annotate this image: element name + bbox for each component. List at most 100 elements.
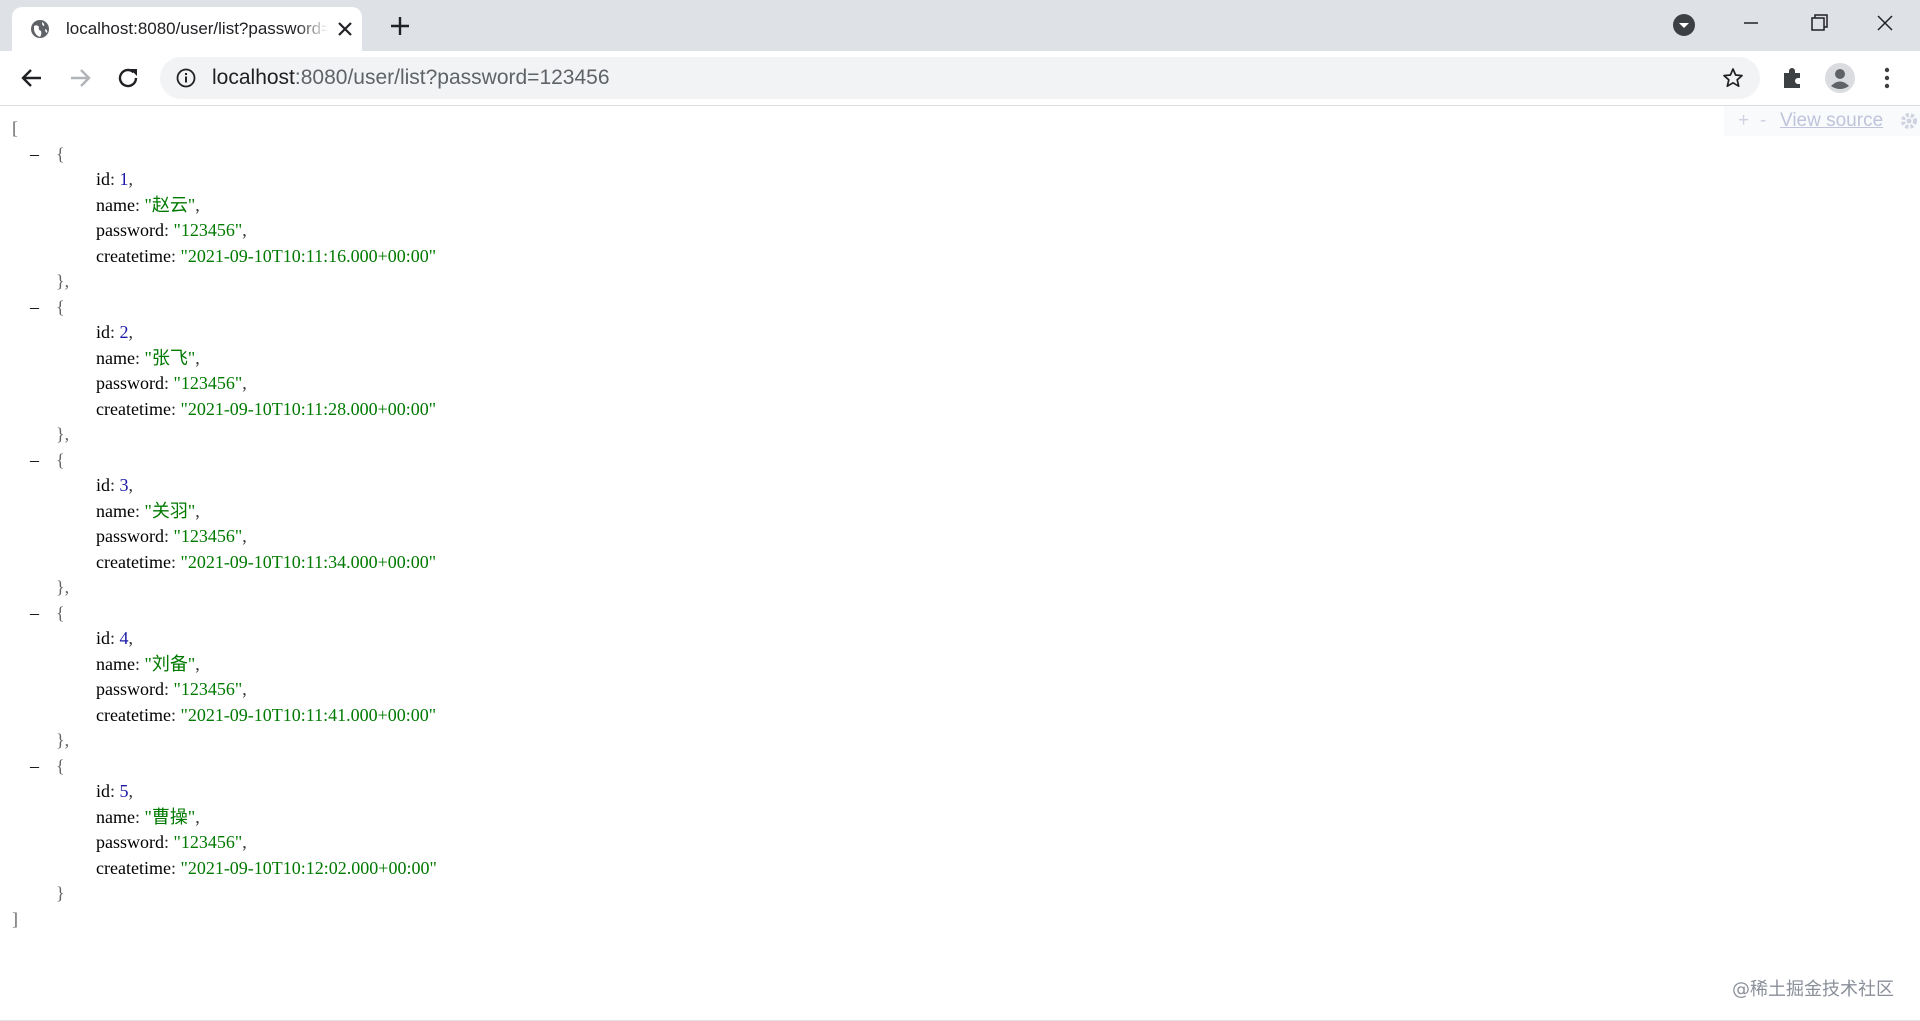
json-key: password xyxy=(96,526,164,546)
address-bar[interactable]: localhost:8080/user/list?password=123456 xyxy=(160,57,1760,99)
expand-all-button[interactable]: + xyxy=(1738,110,1749,132)
url-host: localhost xyxy=(212,66,295,89)
url-text[interactable]: localhost:8080/user/list?password=123456 xyxy=(212,66,610,90)
colon: : xyxy=(134,347,145,368)
colon: : xyxy=(110,322,120,342)
colon: : xyxy=(164,526,174,546)
comma: , xyxy=(242,679,247,699)
json-value-name: "关羽" xyxy=(144,500,196,521)
collapse-all-button[interactable]: - xyxy=(1760,110,1766,132)
tab-search-icon[interactable] xyxy=(1672,13,1696,37)
json-value-password: "123456" xyxy=(173,526,243,546)
record-close: }, xyxy=(12,728,437,754)
restore-icon[interactable] xyxy=(1804,8,1834,38)
profile-avatar-icon[interactable] xyxy=(1823,61,1857,95)
json-viewer-toolbar: + - View source xyxy=(1724,106,1920,136)
json-field-password: password: "123456", xyxy=(12,677,437,703)
json-key: name xyxy=(96,194,135,215)
json-value-createtime: "2021-09-10T10:12:02.000+00:00" xyxy=(180,857,437,878)
json-field-name: name: "张飞", xyxy=(12,346,437,372)
json-key: name xyxy=(96,806,135,827)
colon: : xyxy=(134,500,145,521)
json-value-name: "曹操" xyxy=(144,806,196,827)
colon: : xyxy=(134,653,145,674)
json-key: createtime xyxy=(96,245,171,266)
site-info-icon[interactable] xyxy=(176,68,196,88)
comma: , xyxy=(195,806,200,827)
colon: : xyxy=(134,194,145,215)
json-key: password xyxy=(96,679,164,699)
gear-icon[interactable] xyxy=(1900,112,1918,130)
colon: : xyxy=(134,806,145,827)
json-value-name: "张飞" xyxy=(144,347,196,368)
json-field-id: id: 4, xyxy=(12,626,437,652)
comma: , xyxy=(128,475,134,495)
json-value-createtime: "2021-09-10T10:11:34.000+00:00" xyxy=(180,551,437,572)
json-field-password: password: "123456", xyxy=(12,218,437,244)
json-field-id: id: 3, xyxy=(12,473,437,499)
json-key: id xyxy=(96,781,111,801)
view-source-link[interactable]: View source xyxy=(1780,110,1883,132)
collapse-toggle[interactable]: – xyxy=(30,142,56,168)
forward-arrow-icon[interactable] xyxy=(63,61,97,95)
colon: : xyxy=(164,373,174,393)
close-brace: }, xyxy=(56,271,70,291)
json-value-id: 2 xyxy=(119,322,129,342)
json-open-bracket: [ xyxy=(12,118,18,138)
collapse-toggle[interactable]: – xyxy=(30,295,56,321)
collapse-toggle[interactable]: – xyxy=(30,448,56,474)
json-value-password: "123456" xyxy=(173,220,243,240)
json-value-id: 3 xyxy=(119,475,129,495)
json-value-createtime: "2021-09-10T10:11:41.000+00:00" xyxy=(180,704,437,725)
json-value-name: "刘备" xyxy=(144,653,196,674)
globe-icon xyxy=(31,20,49,38)
record-close: } xyxy=(12,881,437,907)
json-field-id: id: 2, xyxy=(12,320,437,346)
colon: : xyxy=(164,832,174,852)
record-close: }, xyxy=(12,575,437,601)
json-field-createtime: createtime: "2021-09-10T10:11:34.000+00:… xyxy=(12,550,437,576)
close-brace: }, xyxy=(56,424,70,444)
back-arrow-icon[interactable] xyxy=(15,61,49,95)
json-field-createtime: createtime: "2021-09-10T10:11:16.000+00:… xyxy=(12,244,437,270)
window-close-icon[interactable] xyxy=(1870,8,1900,38)
json-value-createtime: "2021-09-10T10:11:28.000+00:00" xyxy=(180,398,437,419)
page-content: + - View source [ –{id: 1, name: "赵云", pas… xyxy=(0,106,1920,1021)
comma: , xyxy=(242,373,247,393)
json-key: createtime xyxy=(96,398,171,419)
open-brace: { xyxy=(56,602,65,623)
watermark: @稀土掘金技术社区 xyxy=(1732,979,1894,1000)
browser-toolbar: localhost:8080/user/list?password=123456 xyxy=(0,51,1920,106)
json-value-password: "123456" xyxy=(173,832,243,852)
json-key: createtime xyxy=(96,704,171,725)
colon: : xyxy=(110,475,120,495)
json-tree: [ –{id: 1, name: "赵云", password: "123456",… xyxy=(12,116,437,932)
close-tab-icon[interactable] xyxy=(334,18,356,40)
collapse-toggle[interactable]: – xyxy=(30,601,56,627)
more-menu-icon[interactable] xyxy=(1870,61,1904,95)
json-key: name xyxy=(96,653,135,674)
json-value-id: 4 xyxy=(119,628,129,648)
new-tab-icon[interactable] xyxy=(386,12,414,40)
json-key: password xyxy=(96,220,164,240)
collapse-toggle[interactable]: – xyxy=(30,754,56,780)
url-path: :8080/user/list?password=123456 xyxy=(294,66,610,89)
comma: , xyxy=(128,322,134,342)
json-field-id: id: 1, xyxy=(12,167,437,193)
reload-icon[interactable] xyxy=(111,61,145,95)
record-open: –{ xyxy=(12,754,437,780)
comma: , xyxy=(242,526,247,546)
minimize-icon[interactable] xyxy=(1736,8,1766,38)
json-key: id xyxy=(96,169,111,189)
json-field-createtime: createtime: "2021-09-10T10:11:41.000+00:… xyxy=(12,703,437,729)
browser-tab[interactable]: localhost:8080/user/list?password=123456 xyxy=(12,7,362,51)
tab-title: localhost:8080/user/list?password=123456 xyxy=(66,19,328,38)
close-brace: }, xyxy=(56,577,70,597)
comma: , xyxy=(242,832,247,852)
json-key: name xyxy=(96,347,135,368)
close-brace: } xyxy=(56,883,65,903)
bookmark-star-icon[interactable] xyxy=(1722,67,1744,89)
json-key: createtime xyxy=(96,551,171,572)
extensions-puzzle-icon[interactable] xyxy=(1775,61,1809,95)
json-key: id xyxy=(96,475,111,495)
